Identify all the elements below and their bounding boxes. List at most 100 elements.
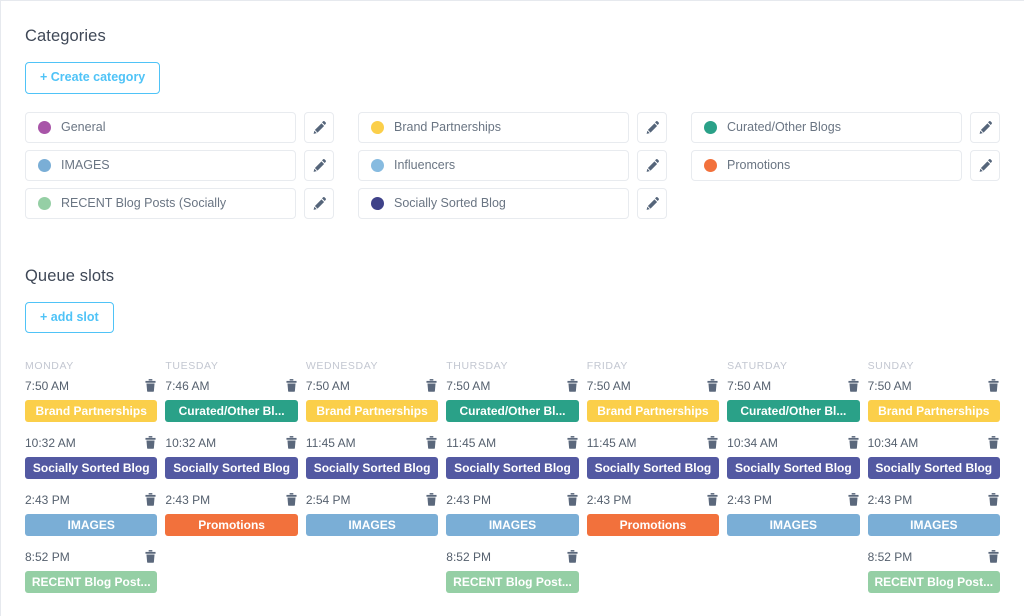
slot-time[interactable]: 10:32 AM xyxy=(25,436,76,450)
queue-slot: 11:45 AM Socially Sorted Blog xyxy=(305,434,439,479)
slot-time[interactable]: 8:52 PM xyxy=(868,550,913,564)
delete-slot-button[interactable] xyxy=(847,493,860,507)
day-column: THURSDAY 7:50 AM Curated/Other Bl... 11:45 … xyxy=(446,355,579,605)
slot-category-badge[interactable]: Promotions xyxy=(165,514,298,536)
slot-category-badge[interactable]: IMAGES xyxy=(305,514,439,536)
slot-category-badge[interactable]: Curated/Other Bl... xyxy=(727,400,860,422)
create-category-button[interactable]: + Create category xyxy=(25,62,161,94)
category-item[interactable]: Promotions xyxy=(691,149,962,181)
delete-slot-button[interactable] xyxy=(706,436,719,450)
slot-time[interactable]: 8:52 PM xyxy=(25,550,70,564)
slot-category-badge[interactable]: Socially Sorted Blog xyxy=(446,457,579,479)
edit-category-button[interactable] xyxy=(637,149,667,181)
slot-time[interactable]: 2:43 PM xyxy=(868,493,913,507)
slot-category-badge[interactable]: IMAGES xyxy=(867,514,1000,536)
slot-time[interactable]: 7:50 AM xyxy=(25,379,69,393)
slot-time[interactable]: 10:34 AM xyxy=(727,436,778,450)
delete-slot-button[interactable] xyxy=(987,550,1000,564)
slot-time[interactable]: 2:54 PM xyxy=(306,493,351,507)
slot-category-badge[interactable]: IMAGES xyxy=(25,514,158,536)
slot-time[interactable]: 10:32 AM xyxy=(165,436,216,450)
slot-time[interactable]: 2:43 PM xyxy=(446,493,491,507)
slot-category-badge[interactable]: Socially Sorted Blog xyxy=(25,457,158,479)
categories-section: Categories + Create category General Bran… xyxy=(25,1,1000,219)
slot-category-badge[interactable]: Brand Partnerships xyxy=(867,400,1000,422)
delete-slot-button[interactable] xyxy=(425,379,438,393)
slot-time[interactable]: 2:43 PM xyxy=(727,493,772,507)
category-item[interactable]: Curated/Other Blogs xyxy=(691,111,962,143)
queue-slot: 10:34 AM Socially Sorted Blog xyxy=(727,434,860,479)
delete-slot-button[interactable] xyxy=(987,379,1000,393)
slot-time[interactable]: 7:50 AM xyxy=(868,379,912,393)
delete-slot-button[interactable] xyxy=(425,493,438,507)
edit-category-button[interactable] xyxy=(970,111,1000,143)
slot-time[interactable]: 11:45 AM xyxy=(587,436,637,450)
slot-category-badge[interactable]: Promotions xyxy=(586,514,720,536)
slot-category-badge[interactable]: RECENT Blog Post... xyxy=(446,571,579,593)
slot-time[interactable]: 7:50 AM xyxy=(446,379,490,393)
category-item[interactable]: Influencers xyxy=(358,149,629,181)
slot-time[interactable]: 2:43 PM xyxy=(25,493,70,507)
queue-slot: 8:52 PM RECENT Blog Post... xyxy=(867,548,1000,593)
slot-time[interactable]: 7:50 AM xyxy=(587,379,631,393)
slot-time[interactable]: 7:50 AM xyxy=(727,379,771,393)
slot-category-badge[interactable]: RECENT Blog Post... xyxy=(867,571,1000,593)
slot-category-badge[interactable]: Brand Partnerships xyxy=(25,400,158,422)
edit-category-button[interactable] xyxy=(304,149,334,181)
slot-time[interactable]: 2:43 PM xyxy=(165,493,210,507)
category-item[interactable]: RECENT Blog Posts (Socially xyxy=(25,187,296,219)
queue-slot: 2:54 PM IMAGES xyxy=(305,491,439,536)
delete-slot-button[interactable] xyxy=(285,436,298,450)
slot-category-badge[interactable]: Brand Partnerships xyxy=(586,400,720,422)
slot-category-badge[interactable]: IMAGES xyxy=(727,514,860,536)
slot-category-badge[interactable]: Socially Sorted Blog xyxy=(727,457,860,479)
delete-slot-button[interactable] xyxy=(706,379,719,393)
slot-time[interactable]: 2:43 PM xyxy=(587,493,632,507)
slot-time[interactable]: 11:45 AM xyxy=(306,436,356,450)
delete-slot-button[interactable] xyxy=(566,550,579,564)
slot-category-badge[interactable]: Socially Sorted Blog xyxy=(305,457,439,479)
edit-category-button[interactable] xyxy=(970,149,1000,181)
delete-slot-button[interactable] xyxy=(144,436,157,450)
delete-slot-button[interactable] xyxy=(847,379,860,393)
category-item[interactable]: General xyxy=(25,111,296,143)
delete-slot-button[interactable] xyxy=(706,493,719,507)
trash-icon xyxy=(707,379,718,392)
slot-category-badge[interactable]: Curated/Other Bl... xyxy=(446,400,579,422)
category-item[interactable]: Brand Partnerships xyxy=(358,111,629,143)
category-item[interactable]: IMAGES xyxy=(25,149,296,181)
slot-time[interactable]: 11:45 AM xyxy=(446,436,496,450)
slot-header: 11:45 AM xyxy=(587,434,719,451)
category-item[interactable]: Socially Sorted Blog xyxy=(358,187,629,219)
slot-category-badge[interactable]: Socially Sorted Blog xyxy=(867,457,1000,479)
edit-category-button[interactable] xyxy=(637,187,667,219)
delete-slot-button[interactable] xyxy=(987,436,1000,450)
delete-slot-button[interactable] xyxy=(144,550,157,564)
delete-slot-button[interactable] xyxy=(144,379,157,393)
edit-category-button[interactable] xyxy=(304,187,334,219)
edit-category-button[interactable] xyxy=(304,111,334,143)
delete-slot-button[interactable] xyxy=(144,493,157,507)
delete-slot-button[interactable] xyxy=(566,379,579,393)
slot-category-badge[interactable]: Socially Sorted Blog xyxy=(165,457,298,479)
edit-category-button[interactable] xyxy=(637,111,667,143)
delete-slot-button[interactable] xyxy=(566,493,579,507)
add-slot-button[interactable]: + add slot xyxy=(25,301,114,333)
delete-slot-button[interactable] xyxy=(425,436,438,450)
slot-category-badge[interactable]: Brand Partnerships xyxy=(305,400,439,422)
slot-category-badge[interactable]: Curated/Other Bl... xyxy=(165,400,298,422)
delete-slot-button[interactable] xyxy=(987,493,1000,507)
slot-time[interactable]: 7:50 AM xyxy=(306,379,350,393)
slot-time[interactable]: 7:46 AM xyxy=(165,379,209,393)
delete-slot-button[interactable] xyxy=(285,379,298,393)
delete-slot-button[interactable] xyxy=(847,436,860,450)
slot-time[interactable]: 8:52 PM xyxy=(446,550,491,564)
slot-category-badge[interactable]: RECENT Blog Post... xyxy=(25,571,158,593)
trash-icon xyxy=(286,379,297,392)
page-inner: Categories + Create category General Bran… xyxy=(1,1,1024,605)
slot-time[interactable]: 10:34 AM xyxy=(868,436,919,450)
slot-category-badge[interactable]: Socially Sorted Blog xyxy=(586,457,720,479)
slot-category-badge[interactable]: IMAGES xyxy=(446,514,579,536)
delete-slot-button[interactable] xyxy=(285,493,298,507)
delete-slot-button[interactable] xyxy=(566,436,579,450)
